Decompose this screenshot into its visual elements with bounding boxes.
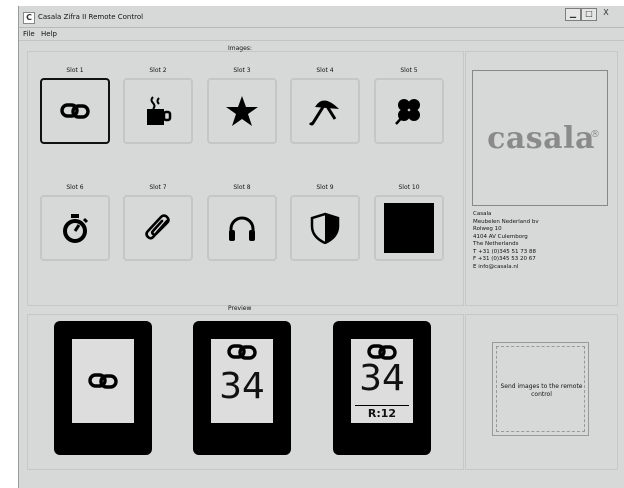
slot-label: Slot 7 — [149, 184, 167, 191]
slot-label: Slot 8 — [233, 184, 251, 191]
registered-mark: ® — [590, 129, 600, 140]
app-icon: C — [23, 12, 35, 24]
preview-device-1 — [54, 321, 152, 455]
minimize-button[interactable]: ▁ — [565, 8, 581, 21]
preview-section-title: Preview — [228, 305, 252, 312]
device-number: 34 — [359, 358, 405, 399]
slot-5[interactable] — [374, 78, 444, 144]
device-screen: 34 R:12 — [351, 339, 413, 423]
title-bar: C Casala Zifra II Remote Control ▁ □ X — [19, 6, 624, 28]
divider — [355, 405, 409, 406]
slot-label: Slot 6 — [66, 184, 84, 191]
black-square-icon — [384, 203, 434, 253]
link-icon — [60, 103, 90, 119]
close-button[interactable]: X — [599, 8, 613, 19]
address-line: T +31 (0)345 51 73 88 — [473, 248, 536, 255]
slot-label: Slot 1 — [66, 67, 84, 74]
menu-help[interactable]: Help — [41, 30, 57, 38]
slot-label: Slot 5 — [400, 67, 418, 74]
slot-4[interactable] — [290, 78, 360, 144]
send-images-button[interactable]: Send images to the remote control — [492, 342, 589, 436]
paperclip-icon — [145, 214, 170, 240]
address-line: E info@casala.nl — [473, 263, 519, 270]
slot-label: Slot 9 — [316, 184, 334, 191]
slot-2[interactable] — [123, 78, 193, 144]
slot-6[interactable] — [40, 195, 110, 261]
maximize-button[interactable]: □ — [581, 8, 597, 21]
window-title: Casala Zifra II Remote Control — [38, 13, 144, 21]
device-screen: 34 — [211, 339, 273, 423]
slot-label: Slot 2 — [149, 67, 167, 74]
slot-label: Slot 4 — [316, 67, 334, 74]
send-button-label: Send images to the remote control — [500, 383, 583, 398]
link-icon — [88, 373, 118, 389]
address-line: Meubelen Nederland bv — [473, 218, 539, 225]
menu-bar: File Help — [19, 28, 624, 41]
slot-1[interactable] — [40, 78, 110, 144]
star-icon — [226, 96, 258, 126]
logo-text: casala — [487, 121, 595, 156]
casala-logo: casala ® — [472, 70, 608, 206]
device-screen — [72, 339, 134, 423]
drop-zone: Send images to the remote control — [496, 346, 585, 432]
slot-label: Slot 10 — [398, 184, 420, 191]
shield-icon — [310, 212, 340, 244]
headphones-icon — [229, 216, 255, 241]
slot-label: Slot 3 — [233, 67, 251, 74]
images-section-title: Images: — [228, 45, 252, 52]
preview-device-3: 34 R:12 — [333, 321, 431, 455]
address-line: 4104 AV Culemborg — [473, 233, 528, 240]
address-line: Casala — [473, 211, 492, 217]
coffee-cup-icon — [147, 96, 172, 125]
address-line: F +31 (0)345 53 20 67 — [473, 256, 536, 262]
umbrella-icon — [309, 100, 339, 126]
slot-7[interactable] — [123, 195, 193, 261]
stopwatch-icon — [63, 214, 89, 243]
room-number: R:12 — [367, 407, 397, 420]
preview-device-2: 34 — [193, 321, 291, 455]
device-number: 34 — [219, 366, 265, 407]
menu-file[interactable]: File — [23, 30, 35, 38]
slot-3[interactable] — [207, 78, 277, 144]
slot-8[interactable] — [207, 195, 277, 261]
slot-10[interactable] — [374, 195, 444, 261]
link-icon — [227, 344, 257, 360]
address-line: Rolweg 10 — [473, 226, 502, 232]
clover-icon — [395, 99, 420, 125]
address-line: The Netherlands — [473, 241, 519, 247]
slot-9[interactable] — [290, 195, 360, 261]
